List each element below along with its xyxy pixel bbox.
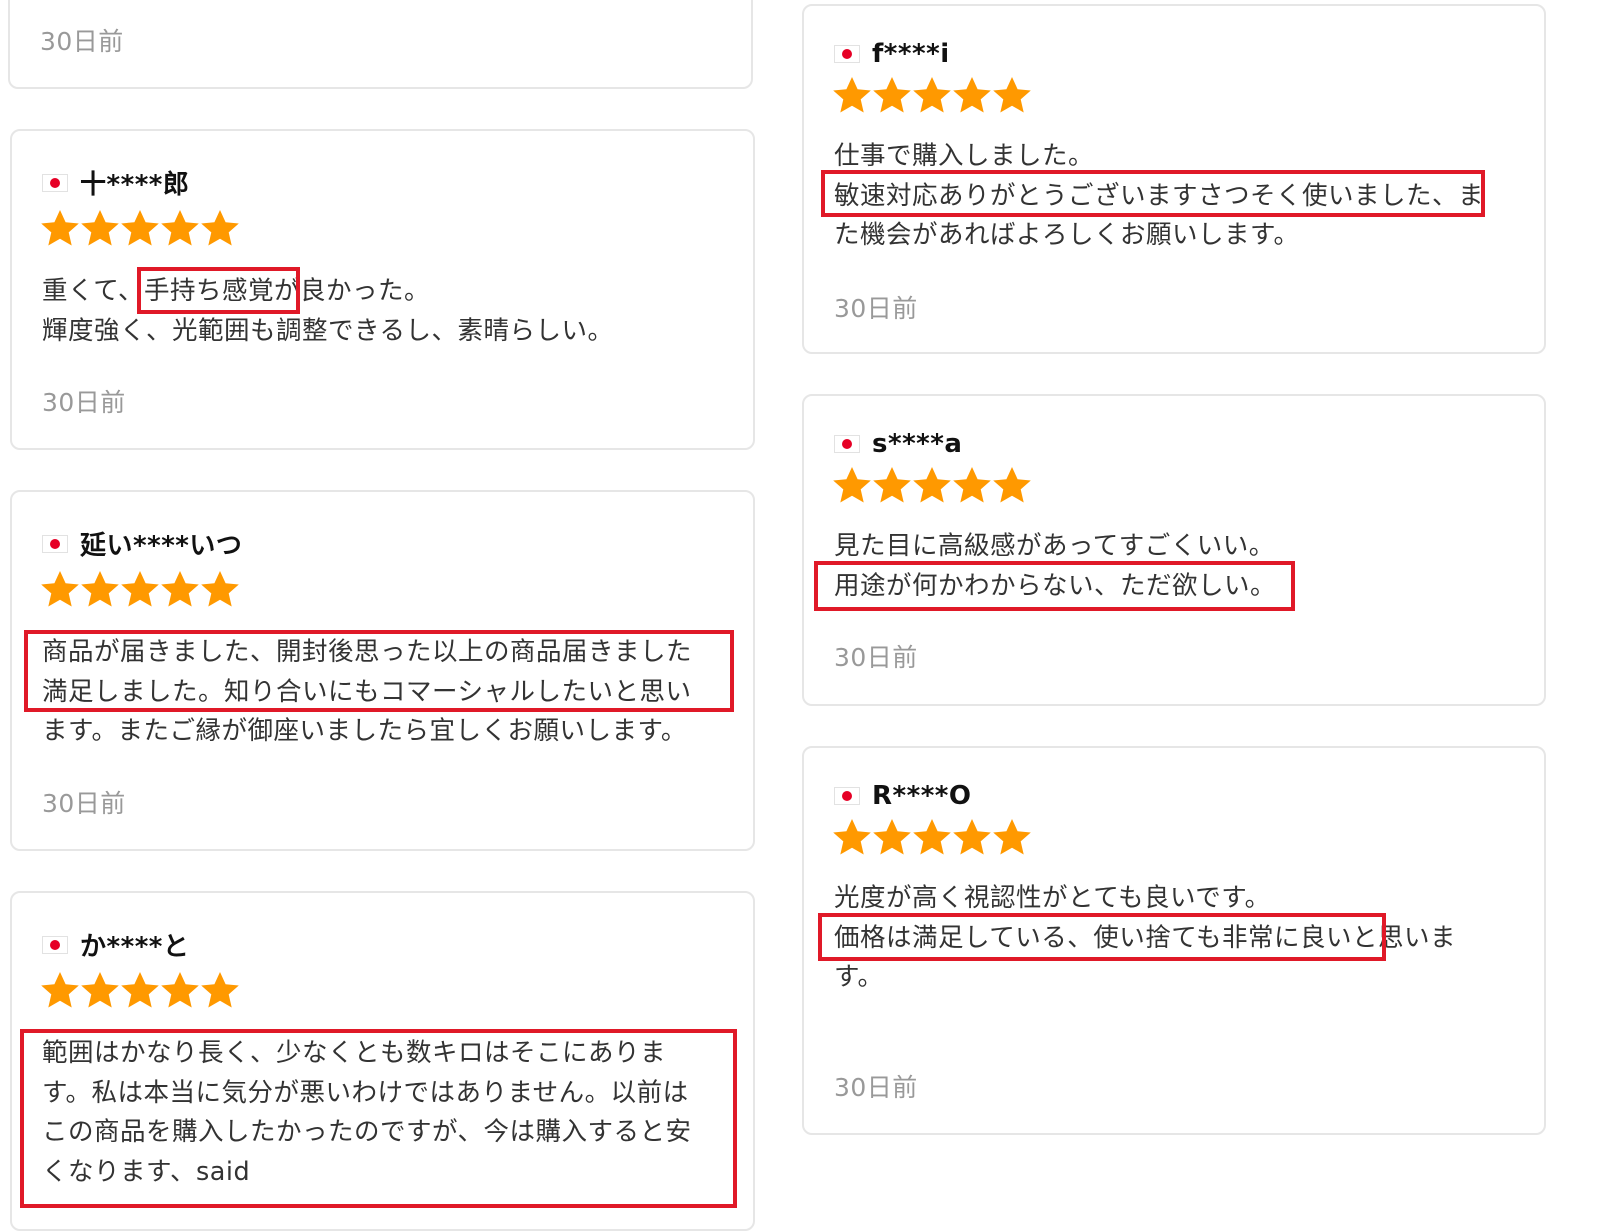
reviewer-name: R****O xyxy=(872,781,972,811)
star-icon xyxy=(120,570,160,608)
review-date: 30日前 xyxy=(834,1073,918,1102)
star-icon xyxy=(992,466,1032,504)
star-icon xyxy=(160,570,200,608)
star-icon xyxy=(992,76,1032,114)
reviewer-name: 十****郎 xyxy=(80,170,190,200)
review-line: 輝度強く、光範囲も調整できるし、素晴らしい。 xyxy=(42,315,614,346)
review-date: 30日前 xyxy=(40,27,124,56)
star-icon xyxy=(80,971,120,1009)
star-rating xyxy=(40,209,240,247)
star-icon xyxy=(872,466,912,504)
reviewer-name: s****a xyxy=(872,429,963,459)
review-card: 30日前 xyxy=(8,0,753,89)
highlight-box xyxy=(821,170,1485,217)
reviewer: f****i xyxy=(834,39,950,69)
reviewer-name: 延い****いつ xyxy=(80,531,243,561)
star-rating xyxy=(832,818,1032,856)
review-text: 重くて、手持ち感覚が良かった。 輝度強く、光範囲も調整できるし、素晴らしい。 xyxy=(42,272,614,351)
star-icon xyxy=(40,971,80,1009)
star-rating xyxy=(40,570,240,608)
star-icon xyxy=(952,466,992,504)
japan-flag-icon xyxy=(42,534,68,553)
review-card: 十****郎 重くて、手持ち感覚が良かった。 輝度強く、光範囲も調整できるし、素… xyxy=(10,129,755,450)
star-icon xyxy=(952,76,992,114)
highlight-box xyxy=(137,267,300,314)
star-icon xyxy=(160,971,200,1009)
star-icon xyxy=(832,466,872,504)
star-icon xyxy=(80,209,120,247)
star-icon xyxy=(992,818,1032,856)
star-icon xyxy=(200,570,240,608)
reviewer: 十****郎 xyxy=(42,164,189,201)
star-icon xyxy=(912,818,952,856)
japan-flag-icon xyxy=(42,173,68,192)
reviewer-name: か****と xyxy=(80,932,190,962)
star-icon xyxy=(200,209,240,247)
japan-flag-icon xyxy=(834,435,860,453)
review-date: 30日前 xyxy=(834,643,918,672)
star-icon xyxy=(120,971,160,1009)
reviewer: R****O xyxy=(834,781,972,811)
reviewer: 延い****いつ xyxy=(42,525,242,562)
star-icon xyxy=(872,76,912,114)
reviewer: か****と xyxy=(42,926,189,963)
review-date: 30日前 xyxy=(42,789,126,818)
review-line: た機会があればよろしくお願いします。 xyxy=(834,220,1300,250)
star-icon xyxy=(80,570,120,608)
highlight-box xyxy=(814,561,1295,611)
review-date: 30日前 xyxy=(42,388,126,417)
reviewer-name: f****i xyxy=(872,39,950,69)
star-icon xyxy=(912,76,952,114)
star-rating xyxy=(40,971,240,1009)
star-icon xyxy=(832,818,872,856)
star-icon xyxy=(40,209,80,247)
highlight-box xyxy=(818,913,1386,961)
japan-flag-icon xyxy=(834,787,860,805)
review-line: す。 xyxy=(834,962,884,992)
review-line: ます。またご縁が御座いましたら宜しくお願いします。 xyxy=(42,716,687,746)
japan-flag-icon xyxy=(834,45,860,63)
star-icon xyxy=(120,209,160,247)
star-icon xyxy=(872,818,912,856)
star-icon xyxy=(912,466,952,504)
japan-flag-icon xyxy=(42,935,68,954)
review-card: s****a 見た目に高級感があってすごくいい。 用途が何かわからない、ただ欲し… xyxy=(802,394,1546,706)
review-line: 重くて、手持ち感覚が良かった。 xyxy=(42,276,430,306)
star-icon xyxy=(832,76,872,114)
highlight-box xyxy=(24,630,734,712)
star-icon xyxy=(160,209,200,247)
star-icon xyxy=(40,570,80,608)
reviewer: s****a xyxy=(834,429,962,459)
star-icon xyxy=(952,818,992,856)
star-rating xyxy=(832,76,1032,114)
star-rating xyxy=(832,466,1032,504)
star-icon xyxy=(200,971,240,1009)
review-date: 30日前 xyxy=(834,294,918,323)
highlight-box xyxy=(20,1029,737,1208)
